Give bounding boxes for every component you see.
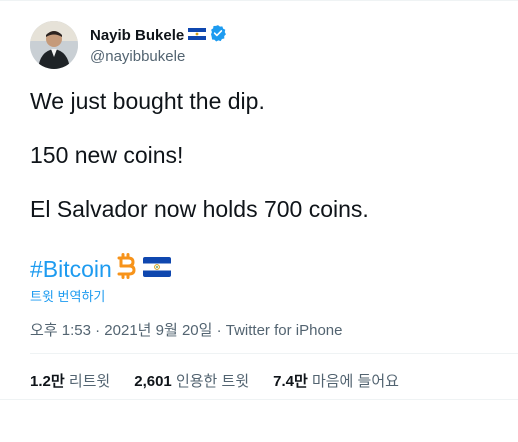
- tweet-timestamp[interactable]: 오후 1:53 · 2021년 9월 20일 · Twitter for iPh…: [30, 319, 342, 340]
- author-handle[interactable]: @nayibbukele: [90, 48, 227, 65]
- avatar[interactable]: [30, 21, 78, 69]
- bitcoin-icon: [115, 253, 137, 285]
- tweet-header: Nayib Bukele @nayibbukele: [30, 21, 227, 69]
- divider: [0, 399, 518, 400]
- tweet-line: El Salvador now holds 700 coins.: [30, 196, 369, 222]
- divider: [30, 353, 518, 354]
- likes-count: 7.4만: [273, 373, 308, 390]
- quotes-stat[interactable]: 2,601 인용한 트윗: [134, 370, 249, 391]
- translate-tweet-link[interactable]: 트윗 번역하기: [30, 286, 105, 305]
- tweet-line: 150 new coins!: [30, 142, 184, 168]
- tweet-card: Nayib Bukele @nayibbukele We just bought…: [0, 0, 518, 401]
- likes-stat[interactable]: 7.4만 마음에 들어요: [273, 370, 399, 391]
- retweets-label: 리트윗: [68, 373, 111, 390]
- tweet-line: We just bought the dip.: [30, 88, 265, 114]
- quotes-label: 인용한 트윗: [175, 373, 250, 390]
- author-name[interactable]: Nayib Bukele: [90, 27, 184, 44]
- author-names: Nayib Bukele @nayibbukele: [90, 24, 227, 65]
- name-row: Nayib Bukele: [90, 24, 227, 47]
- retweets-count: 1.2만: [30, 373, 65, 390]
- hashtag-row: #Bitcoin: [30, 253, 171, 285]
- likes-label: 마음에 들어요: [311, 373, 399, 390]
- verified-badge-icon: [209, 24, 227, 47]
- quotes-count: 2,601: [134, 373, 172, 390]
- tweet-stats: 1.2만 리트윗 2,601 인용한 트윗 7.4만 마음에 들어요: [30, 370, 423, 391]
- el-salvador-flag-icon: [142, 256, 171, 283]
- el-salvador-flag-icon: [188, 27, 207, 45]
- bitcoin-hashtag-link[interactable]: #Bitcoin: [30, 256, 112, 283]
- tweet-text: We just bought the dip. 150 new coins! E…: [30, 87, 500, 249]
- retweets-stat[interactable]: 1.2만 리트윗: [30, 370, 110, 391]
